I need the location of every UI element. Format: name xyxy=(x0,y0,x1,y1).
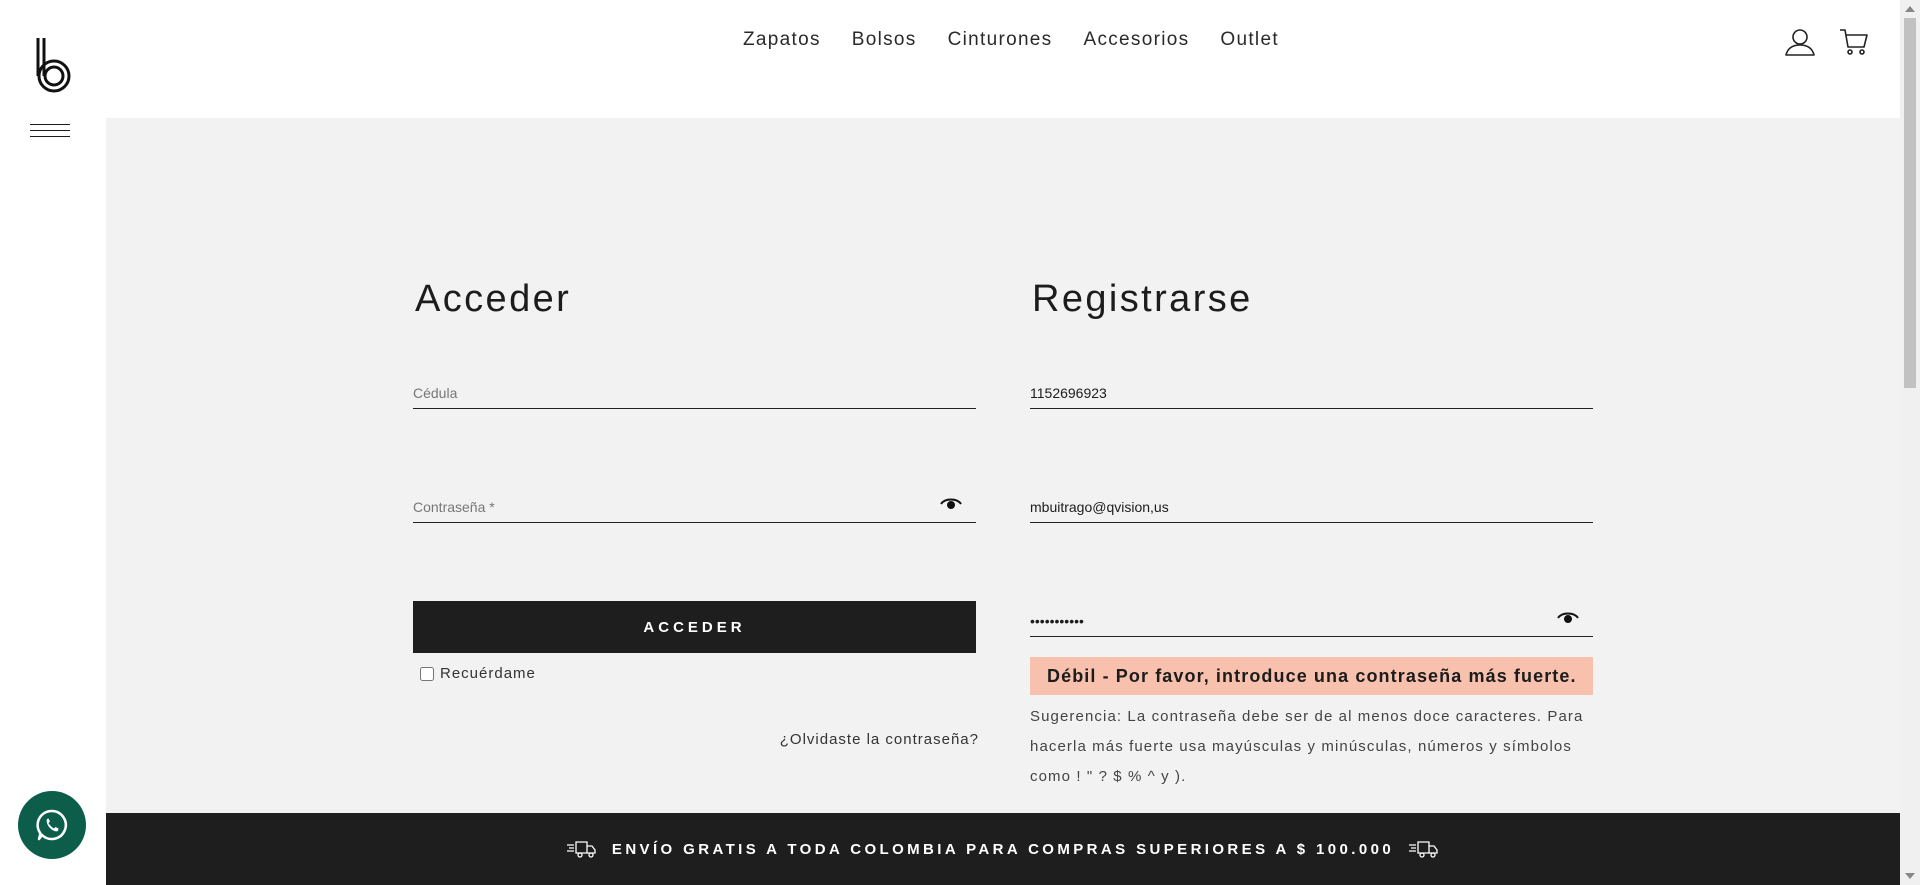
show-password-eye-icon[interactable] xyxy=(940,497,962,511)
login-password-field-wrapper xyxy=(413,475,976,523)
register-email-input[interactable] xyxy=(1030,475,1593,522)
nav-item-outlet[interactable]: Outlet xyxy=(1220,29,1279,51)
shipping-banner-text: ENVÍO GRATIS A TODA COLOMBIA PARA COMPRA… xyxy=(611,840,1395,858)
page-scrollbar[interactable] xyxy=(1900,0,1920,885)
password-strength-indicator: Débil - Por favor, introduce una contras… xyxy=(1030,657,1593,695)
register-title: Registrarse xyxy=(1032,278,1253,320)
nav-item-zapatos[interactable]: Zapatos xyxy=(743,29,821,51)
scrollbar-thumb[interactable] xyxy=(1904,18,1916,388)
delivery-truck-icon xyxy=(1409,841,1438,858)
show-password-eye-icon[interactable] xyxy=(1557,611,1579,625)
login-submit-button[interactable]: ACCEDER xyxy=(413,601,976,653)
site-header: Zapatos Bolsos Cinturones Accesorios Out… xyxy=(106,0,1900,118)
login-id-input[interactable] xyxy=(413,361,976,408)
menu-hamburger-icon[interactable] xyxy=(30,124,70,142)
forgot-password-link[interactable]: ¿Olvidaste la contraseña? xyxy=(780,731,979,748)
register-id-field-wrapper xyxy=(1030,361,1593,409)
remember-me: Recuérdame xyxy=(420,665,536,682)
cart-icon[interactable] xyxy=(1838,26,1870,58)
remember-me-checkbox[interactable] xyxy=(420,666,434,681)
register-password-field-wrapper xyxy=(1030,589,1593,637)
user-icon[interactable] xyxy=(1784,26,1816,58)
login-id-field-wrapper xyxy=(413,361,976,409)
brand-logo-icon[interactable] xyxy=(32,36,72,94)
shipping-banner: ENVÍO GRATIS A TODA COLOMBIA PARA COMPRA… xyxy=(106,813,1900,885)
nav-item-cinturones[interactable]: Cinturones xyxy=(948,29,1053,51)
delivery-truck-icon xyxy=(566,841,596,858)
password-hint: Sugerencia: La contraseña debe ser de al… xyxy=(1030,708,1584,785)
nav-item-accesorios[interactable]: Accesorios xyxy=(1083,29,1189,51)
register-email-field-wrapper xyxy=(1030,475,1593,523)
scroll-down-arrow-icon[interactable] xyxy=(1905,873,1915,879)
register-password-input[interactable] xyxy=(1030,589,1593,636)
remember-me-label: Recuérdame xyxy=(440,665,536,682)
nav-item-bolsos[interactable]: Bolsos xyxy=(852,29,917,51)
register-id-input[interactable] xyxy=(1030,361,1593,408)
account-page: Acceder ACCEDER Recuérdame ¿Olvidaste la… xyxy=(106,118,1900,813)
main-nav: Zapatos Bolsos Cinturones Accesorios Out… xyxy=(743,29,1279,51)
scroll-up-arrow-icon[interactable] xyxy=(1905,6,1915,12)
whatsapp-button[interactable] xyxy=(18,791,86,859)
login-title: Acceder xyxy=(415,278,572,320)
login-password-input[interactable] xyxy=(413,475,976,522)
left-rail xyxy=(0,0,106,885)
header-actions xyxy=(1784,26,1870,58)
whatsapp-icon xyxy=(36,809,68,841)
